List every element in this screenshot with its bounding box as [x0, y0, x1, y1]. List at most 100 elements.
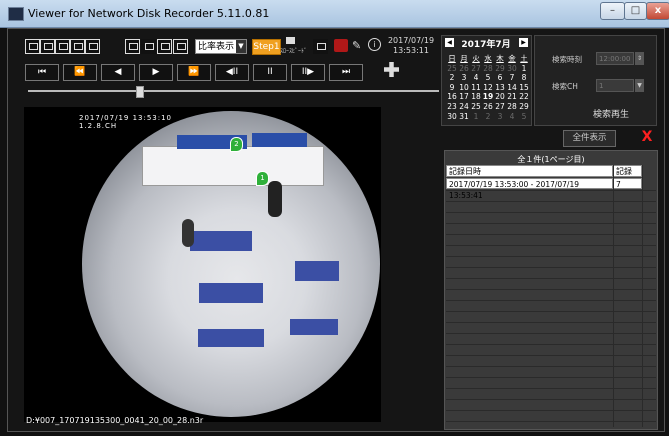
prev-month-button[interactable]: ◀	[445, 38, 454, 47]
calendar-day[interactable]: 9	[446, 83, 458, 93]
calendar-day[interactable]: 31	[458, 112, 470, 122]
grid-line	[446, 289, 656, 290]
calendar-day[interactable]: 29	[518, 102, 530, 112]
camera-marker-1[interactable]: 1	[256, 171, 269, 186]
calendar-day[interactable]: 27	[470, 64, 482, 74]
step-button[interactable]: Step1	[252, 39, 281, 55]
calendar-day[interactable]: 30	[506, 64, 518, 74]
chevron-down-icon[interactable]: ▼	[635, 79, 644, 92]
calendar-day[interactable]: 16	[446, 92, 458, 102]
print-icon[interactable]	[70, 39, 85, 54]
column-header-datetime[interactable]: 記録日時	[446, 165, 613, 177]
ratio-select[interactable]: 比率表示 ▼	[195, 39, 247, 54]
calendar-day[interactable]: 11	[470, 83, 482, 93]
skip-to-end-button[interactable]: ⏭	[329, 64, 363, 81]
calendar-day[interactable]: 7	[506, 73, 518, 83]
calendar-day[interactable]: 14	[506, 83, 518, 93]
calendar-day[interactable]: 13	[494, 83, 506, 93]
reverse-play-button[interactable]: ◀	[101, 64, 135, 81]
calendar-weekday: 日	[448, 54, 456, 63]
app-window: Viewer for Network Disk Recorder 5.11.0.…	[0, 0, 669, 436]
skip-to-start-button[interactable]: ⏮	[25, 64, 59, 81]
calendar-day[interactable]: 3	[458, 73, 470, 83]
calendar-day[interactable]: 23	[446, 102, 458, 112]
search-play-button[interactable]: 検索再生	[593, 107, 629, 120]
seek-bar[interactable]	[28, 90, 439, 92]
export-icon[interactable]	[85, 39, 100, 54]
calendar-day[interactable]: 12	[482, 83, 494, 93]
fast-forward-button[interactable]: ⏩	[177, 64, 211, 81]
minimize-button[interactable]: –	[600, 2, 625, 20]
room-wall	[142, 146, 324, 186]
calendar-day[interactable]: 22	[518, 92, 530, 102]
calendar-day[interactable]: 24	[458, 102, 470, 112]
calendar-weekday: 木	[496, 54, 504, 63]
time-spinner-icon[interactable]: ⇕	[635, 52, 644, 65]
calendar-row: 9 10 11 12 13 14 15	[446, 83, 530, 93]
grid-line	[446, 333, 656, 334]
next-month-button[interactable]: ▶	[519, 38, 528, 47]
maximize-button[interactable]: □	[624, 2, 647, 20]
calendar-day[interactable]: 6	[494, 73, 506, 83]
calendar-day[interactable]: 2	[446, 73, 458, 83]
camera-marker-2[interactable]: 2	[230, 137, 243, 152]
close-button[interactable]: x	[646, 2, 669, 20]
clear-results-button[interactable]: X	[640, 129, 654, 145]
frame-forward-button[interactable]: II▶	[291, 64, 325, 81]
calendar-day[interactable]: 10	[458, 83, 470, 93]
calendar-day[interactable]: 17	[458, 92, 470, 102]
search-time-input[interactable]: 12:00:00	[596, 52, 634, 65]
seek-handle[interactable]	[136, 86, 144, 98]
table-row-ch[interactable]: 7	[613, 178, 642, 189]
calendar-day[interactable]: 25	[446, 64, 458, 74]
frame-back-button[interactable]: ◀II	[215, 64, 249, 81]
pause-button[interactable]: II	[253, 64, 287, 81]
calendar-day[interactable]: 21	[506, 92, 518, 102]
calendar-day[interactable]: 28	[482, 64, 494, 74]
calendar-day[interactable]: 1	[470, 112, 482, 122]
calendar-day[interactable]: 20	[494, 92, 506, 102]
single-view-icon[interactable]	[125, 39, 140, 54]
calendar-day[interactable]: 8	[518, 73, 530, 83]
calendar-day[interactable]: 26	[458, 64, 470, 74]
show-all-button[interactable]: 全件表示	[563, 130, 616, 147]
mute-icon[interactable]	[334, 39, 348, 52]
bench	[199, 283, 263, 303]
grid-line	[446, 311, 656, 312]
info-icon[interactable]: i	[368, 38, 381, 51]
wrench-icon[interactable]: ✎	[352, 39, 361, 52]
fast-rewind-button[interactable]: ⏪	[63, 64, 97, 81]
calendar-day[interactable]: 15	[518, 83, 530, 93]
calendar-day[interactable]: 18	[470, 92, 482, 102]
play-button[interactable]: ▶	[139, 64, 173, 81]
open-folder-icon[interactable]	[25, 39, 40, 54]
column-header-ch[interactable]: 記録CH	[613, 165, 642, 188]
calendar-day[interactable]: 5	[518, 112, 530, 122]
window-title: Viewer for Network Disk Recorder 5.11.0.…	[28, 7, 270, 20]
open-file-icon[interactable]	[40, 39, 55, 54]
calendar-day[interactable]: 5	[482, 73, 494, 83]
video-viewport[interactable]: 1 2 2017/07/19 13:53:10 1.2.8.CH	[24, 107, 381, 422]
save-icon[interactable]	[55, 39, 70, 54]
calendar-day[interactable]: 27	[494, 102, 506, 112]
shield-icon[interactable]	[141, 39, 156, 54]
calendar-day[interactable]: 2	[482, 112, 494, 122]
split-view-icon[interactable]	[157, 39, 172, 54]
table-row-datetime[interactable]: 2017/07/19 13:53:00 - 2017/07/19 13:53:4…	[446, 178, 613, 200]
calendar-day[interactable]: 4	[506, 112, 518, 122]
calendar-day[interactable]: 25	[470, 102, 482, 112]
calendar-day[interactable]: 4	[470, 73, 482, 83]
calendar-day[interactable]: 26	[482, 102, 494, 112]
quad-view-icon[interactable]	[173, 39, 188, 54]
bench	[198, 329, 264, 347]
calendar-day[interactable]: 29	[494, 64, 506, 74]
puzzle-icon[interactable]	[384, 62, 399, 77]
calendar-day[interactable]: 28	[506, 102, 518, 112]
slow-speed-label: ｽﾛｰｽﾋﾟｰﾄﾞ	[280, 48, 308, 55]
calendar-day[interactable]: 30	[446, 112, 458, 122]
calendar-day[interactable]: 3	[494, 112, 506, 122]
calendar-day[interactable]: 1	[518, 64, 530, 74]
calendar-day[interactable]: 19	[482, 92, 494, 102]
speaker-icon[interactable]	[313, 39, 328, 54]
search-ch-select[interactable]: 1	[596, 79, 634, 92]
